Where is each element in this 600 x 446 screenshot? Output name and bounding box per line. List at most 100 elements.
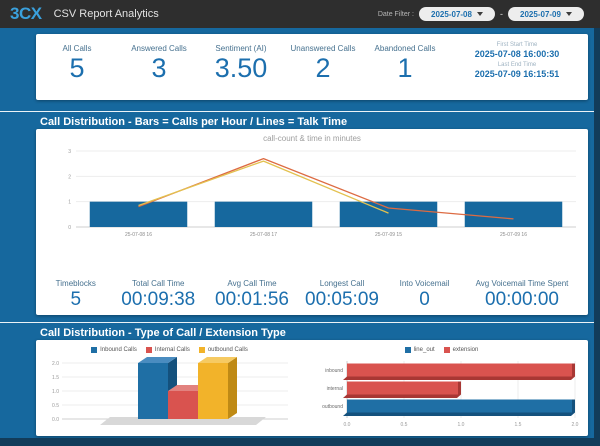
- svg-text:outbound: outbound: [322, 404, 343, 410]
- top-bar: 3CX CSV Report Analytics Date Filter : 2…: [0, 0, 600, 28]
- svg-text:1.5: 1.5: [52, 375, 59, 381]
- svg-text:2.0: 2.0: [572, 422, 579, 428]
- svg-text:1.0: 1.0: [52, 389, 59, 395]
- kpi-label: Total Call Time: [132, 279, 185, 288]
- legend-label: Inbound Calls: [100, 347, 137, 353]
- kpi-avg-voicemail-time: Avg Voicemail Time Spent 00:00:00: [462, 277, 582, 309]
- date-to-dropdown[interactable]: 2025-07-09: [508, 7, 584, 21]
- kpi-value: 00:01:56: [215, 289, 289, 310]
- stat-value: 3: [151, 53, 167, 83]
- legend-label: line_out: [413, 347, 435, 353]
- stat-label: Answered Calls: [131, 44, 187, 53]
- svg-text:internal: internal: [327, 386, 343, 392]
- legend-swatch: [91, 347, 98, 353]
- svg-text:3: 3: [68, 149, 71, 155]
- kpi-value: 00:09:38: [121, 289, 196, 310]
- section-title: Call Distribution - Bars = Calls per Hou…: [40, 116, 348, 128]
- section-header-type: Call Distribution - Type of Call / Exten…: [0, 322, 594, 339]
- chevron-down-icon: [476, 12, 483, 16]
- kpi-total-call-time: Total Call Time 00:09:38: [110, 277, 208, 309]
- date-to-value: 2025-07-09: [520, 9, 561, 19]
- svg-text:0.0: 0.0: [344, 422, 351, 428]
- stat-unanswered-calls: Unanswered Calls 2: [282, 34, 364, 100]
- kpi-longest-call: Longest Call 00:05:09: [297, 277, 387, 309]
- kpi-row: Timeblocks 5 Total Call Time 00:09:38 Av…: [36, 277, 588, 309]
- legend-swatch: [145, 347, 152, 353]
- kpi-label: Longest Call: [319, 279, 365, 288]
- legend-item-extension: extension: [443, 347, 479, 353]
- svg-text:call-count & time in minutes: call-count & time in minutes: [263, 134, 361, 143]
- stat-answered-calls: Answered Calls 3: [118, 34, 200, 100]
- kpi-into-voicemail: Into Voicemail 0: [387, 277, 462, 309]
- stat-abandoned-calls: Abandoned Calls 1: [364, 34, 446, 100]
- dashboard-content: All Calls 5 Answered Calls 3 Sentiment (…: [0, 28, 594, 438]
- kpi-timeblocks: Timeblocks 5: [42, 277, 110, 309]
- kpi-label: Avg Voicemail Time Spent: [475, 279, 569, 288]
- stat-label: Sentiment (AI): [215, 44, 267, 53]
- last-end-time-label: Last End Time: [497, 62, 537, 68]
- stat-value: 5: [69, 53, 85, 83]
- kpi-label: Into Voicemail: [399, 279, 450, 288]
- call-type-legend: Inbound Calls Internal Calls outbound Ca…: [42, 345, 297, 355]
- first-start-time-value: 2025-07-08 16:00:30: [474, 49, 560, 59]
- section-header-hourly: Call Distribution - Bars = Calls per Hou…: [0, 111, 594, 128]
- call-type-3d-chart-box: Inbound Calls Internal Calls outbound Ca…: [42, 343, 297, 436]
- svg-text:25-07-09 15: 25-07-09 15: [375, 232, 402, 238]
- svg-text:0.5: 0.5: [401, 422, 408, 428]
- legend-item-inbound: Inbound Calls: [91, 347, 137, 353]
- svg-text:25-07-08 17: 25-07-08 17: [250, 232, 277, 238]
- call-type-3d-bar-chart: 2.0 1.5 1.0 0.5 0.0: [52, 357, 288, 425]
- time-range-info: First Start Time 2025-07-08 16:00:30 Las…: [446, 34, 588, 100]
- svg-text:0: 0: [68, 225, 71, 231]
- legend-item-line-out: line_out: [404, 347, 435, 353]
- svg-text:25-07-09 16: 25-07-09 16: [500, 232, 527, 238]
- kpi-label: Avg Call Time: [227, 279, 277, 288]
- kpi-value: 0: [419, 289, 430, 310]
- last-end-time-value: 2025-07-09 16:15:51: [474, 69, 560, 79]
- stat-all-calls: All Calls 5: [36, 34, 118, 100]
- svg-text:1: 1: [68, 200, 71, 206]
- date-filter-label: Date Filter :: [377, 10, 414, 18]
- svg-text:0.5: 0.5: [52, 403, 59, 409]
- legend-label: Internal Calls: [154, 347, 190, 353]
- legend-swatch: [443, 347, 450, 353]
- extension-type-hbar-chart: 0.0 0.5 1.0 1.5 2.0 inbound internal outbound: [322, 361, 579, 428]
- stat-value: 1: [397, 53, 413, 83]
- legend-swatch: [198, 347, 205, 353]
- stat-sentiment: Sentiment (AI) 3.50: [200, 34, 282, 100]
- kpi-value: 00:05:09: [305, 289, 379, 310]
- kpi-avg-call-time: Avg Call Time 00:01:56: [207, 277, 297, 309]
- first-start-time-label: First Start Time: [496, 42, 538, 48]
- legend-item-internal: Internal Calls: [145, 347, 190, 353]
- stat-value: 3.50: [214, 53, 268, 83]
- svg-text:1.0: 1.0: [458, 422, 465, 428]
- chevron-down-icon: [565, 12, 572, 16]
- date-from-dropdown[interactable]: 2025-07-08: [419, 7, 495, 21]
- svg-text:inbound: inbound: [325, 368, 343, 374]
- svg-text:1.5: 1.5: [515, 422, 522, 428]
- app-title: CSV Report Analytics: [53, 8, 159, 20]
- svg-text:2: 2: [68, 174, 71, 180]
- extension-type-chart-box: line_out extension 0.0 0.5 1.0 1.5 2.0 inboun…: [299, 343, 584, 436]
- stat-label: All Calls: [62, 44, 92, 53]
- date-range-separator: -: [500, 9, 503, 19]
- type-charts-card: Inbound Calls Internal Calls outbound Ca…: [36, 340, 588, 436]
- extension-type-legend: line_out extension: [299, 345, 584, 355]
- legend-item-outbound: outbound Calls: [198, 347, 248, 353]
- kpi-label: Timeblocks: [55, 279, 96, 288]
- calls-per-hour-chart: call-count & time in minutes 0 1 2 3 25-07-08…: [68, 134, 576, 238]
- stat-value: 2: [315, 53, 331, 83]
- hourly-chart-card: call-count & time in minutes 0 1 2 3 25-07-08…: [36, 129, 588, 315]
- svg-text:0.0: 0.0: [52, 417, 59, 423]
- svg-text:2.0: 2.0: [52, 361, 59, 367]
- legend-label: outbound Calls: [207, 347, 248, 353]
- section-title: Call Distribution - Type of Call / Exten…: [40, 327, 286, 339]
- date-from-value: 2025-07-08: [431, 9, 472, 19]
- kpi-value: 00:00:00: [485, 289, 559, 310]
- svg-text:25-07-08 16: 25-07-08 16: [125, 232, 152, 238]
- 3cx-logo: 3CX: [10, 4, 42, 23]
- stat-label: Abandoned Calls: [374, 44, 436, 53]
- summary-stats-card: All Calls 5 Answered Calls 3 Sentiment (…: [36, 34, 588, 100]
- legend-swatch: [404, 347, 411, 353]
- legend-label: extension: [452, 347, 479, 353]
